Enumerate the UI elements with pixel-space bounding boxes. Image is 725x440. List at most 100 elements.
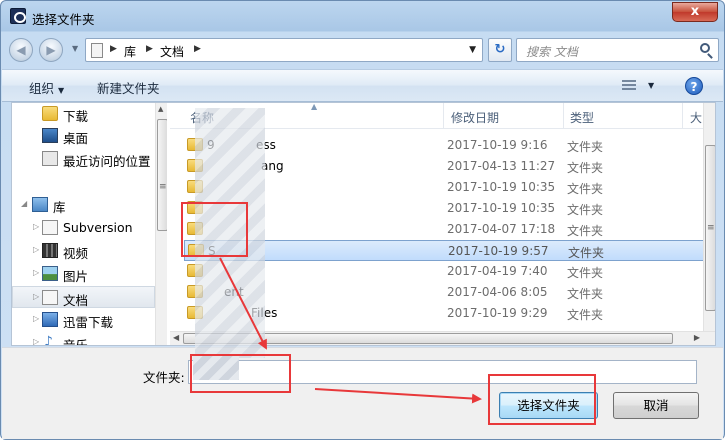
annotation-box-folder-input bbox=[190, 354, 291, 393]
nav-item-label: 下载 bbox=[63, 109, 89, 124]
row-type: 文件夹 bbox=[567, 266, 604, 280]
row-date: 2017-04-07 17:18 bbox=[447, 222, 556, 236]
app-icon bbox=[10, 8, 26, 24]
sort-ascending-icon: ▲ bbox=[311, 103, 318, 111]
nav-item-label: 图片 bbox=[63, 269, 89, 284]
nav-item-desktop[interactable]: 桌面 bbox=[12, 125, 155, 147]
tree-collapsed-icon[interactable]: ▷ bbox=[33, 337, 39, 345]
nav-item-label: 桌面 bbox=[63, 131, 89, 146]
close-button[interactable]: x bbox=[672, 2, 718, 22]
nav-item-downloads[interactable]: 下载 bbox=[12, 103, 155, 125]
picture-icon bbox=[42, 266, 58, 281]
download-icon bbox=[42, 312, 58, 327]
window-title: 选择文件夹 bbox=[32, 12, 95, 27]
nav-item-recent-places[interactable]: 最近访问的位置 bbox=[12, 148, 155, 170]
nav-item-label: 最近访问的位置 bbox=[63, 154, 151, 169]
column-type[interactable]: 类型 bbox=[570, 109, 594, 126]
search-input[interactable]: 搜索 文档 bbox=[516, 38, 719, 62]
row-date: 2017-04-19 7:40 bbox=[447, 264, 548, 278]
nav-item-videos[interactable]: ▷ 视频 bbox=[12, 240, 155, 262]
search-placeholder: 搜索 文档 bbox=[526, 45, 578, 59]
scroll-right-icon[interactable]: ▶ bbox=[694, 333, 700, 342]
tree-collapsed-icon[interactable]: ▷ bbox=[33, 268, 39, 277]
nav-item-label: 库 bbox=[53, 200, 66, 215]
chevron-down-icon: ▼ bbox=[58, 86, 65, 95]
music-icon: ♪ bbox=[44, 334, 53, 345]
library-icon bbox=[32, 197, 48, 212]
view-options-icon[interactable] bbox=[622, 80, 636, 92]
desktop-icon bbox=[42, 128, 58, 143]
tree-collapsed-icon[interactable]: ▷ bbox=[33, 314, 39, 323]
column-divider[interactable] bbox=[682, 103, 683, 129]
search-icon[interactable] bbox=[700, 43, 710, 53]
dialog-footer: 文件夹: 选择文件夹 取消 bbox=[2, 347, 723, 439]
tree-collapsed-icon[interactable]: ▷ bbox=[33, 222, 39, 231]
row-date: 2017-04-06 8:05 bbox=[447, 285, 548, 299]
breadcrumb-library[interactable]: 库 bbox=[124, 43, 136, 60]
scroll-up-icon[interactable]: ▲ bbox=[158, 105, 163, 113]
row-type: 文件夹 bbox=[567, 308, 604, 322]
address-dropdown-icon[interactable]: ▼ bbox=[469, 45, 476, 55]
row-type: 文件夹 bbox=[567, 140, 604, 154]
annotation-box-selected-folder bbox=[181, 202, 248, 257]
organize-label: 组织 bbox=[29, 81, 55, 96]
navigation-pane-scrollbar[interactable]: ▲ ≡ bbox=[155, 103, 167, 345]
row-date: 2017-10-19 9:57 bbox=[448, 244, 549, 258]
location-icon bbox=[91, 43, 103, 58]
navigation-bar: ◀ ▶ ▼ ▶ 库 ▶ 文档 ▶ ▼ ↻ 搜索 文档 bbox=[9, 37, 719, 63]
title-bar: 选择文件夹 x bbox=[1, 1, 724, 33]
column-size[interactable]: 大 bbox=[690, 109, 702, 126]
nav-item-pictures[interactable]: ▷ 图片 bbox=[12, 263, 155, 285]
help-icon[interactable]: ? bbox=[685, 77, 703, 95]
folder-label: 文件夹: bbox=[143, 370, 185, 385]
row-type: 文件夹 bbox=[567, 161, 604, 175]
row-type: 文件夹 bbox=[567, 287, 604, 301]
organize-button[interactable]: 组织 ▼ bbox=[29, 78, 64, 97]
row-type: 文件夹 bbox=[568, 246, 605, 260]
scrollbar-thumb[interactable] bbox=[157, 119, 167, 231]
annotation-box-select-button bbox=[488, 374, 596, 425]
nav-item-documents[interactable]: ▷ 文档 bbox=[12, 286, 155, 308]
tree-collapsed-icon[interactable]: ▷ bbox=[33, 245, 39, 254]
refresh-button[interactable]: ↻ bbox=[488, 38, 512, 62]
back-icon[interactable]: ◀ bbox=[9, 38, 33, 62]
column-divider[interactable] bbox=[563, 103, 564, 129]
scrollbar-grip-icon: ≡ bbox=[707, 223, 715, 233]
cancel-button[interactable]: 取消 bbox=[613, 392, 699, 419]
forward-icon[interactable]: ▶ bbox=[39, 38, 63, 62]
nav-item-libraries[interactable]: ◢ 库 bbox=[12, 194, 155, 216]
nav-item-subversion[interactable]: ▷ Subversion bbox=[12, 217, 155, 239]
tree-collapsed-icon[interactable]: ▷ bbox=[33, 292, 39, 301]
nav-item-label: 视频 bbox=[63, 246, 89, 261]
breadcrumb-separator-icon[interactable]: ▶ bbox=[146, 44, 153, 54]
nav-item-label: Subversion bbox=[63, 220, 133, 235]
command-toolbar: 组织 ▼ 新建文件夹 ▼ ? bbox=[2, 69, 723, 102]
browser-panes: 下载 桌面 最近访问的位置 ◢ 库 ▷ Subversion ▷ 视频 ▷ 图片… bbox=[11, 102, 716, 346]
view-options-dropdown-icon[interactable]: ▼ bbox=[648, 81, 654, 90]
row-type: 文件夹 bbox=[567, 182, 604, 196]
history-dropdown-icon[interactable]: ▼ bbox=[72, 44, 78, 53]
select-folder-dialog: 选择文件夹 x ◀ ▶ ▼ ▶ 库 ▶ 文档 ▶ ▼ ↻ 搜索 文档 组织 ▼ 新… bbox=[0, 0, 725, 440]
column-divider[interactable] bbox=[443, 103, 444, 129]
scroll-left-icon[interactable]: ◀ bbox=[173, 333, 179, 342]
nav-item-music[interactable]: ▷ ♪ 音乐 bbox=[12, 332, 155, 345]
file-list-vertical-scrollbar[interactable]: ≡ bbox=[703, 103, 715, 331]
row-type: 文件夹 bbox=[567, 224, 604, 238]
scrollbar-grip-icon: ≡ bbox=[159, 182, 167, 192]
column-date[interactable]: 修改日期 bbox=[451, 109, 499, 126]
nav-item-label: 文档 bbox=[63, 293, 89, 308]
new-folder-button[interactable]: 新建文件夹 bbox=[97, 78, 160, 97]
breadcrumb-separator-icon[interactable]: ▶ bbox=[110, 44, 117, 54]
nav-item-label: 音乐 bbox=[63, 335, 88, 345]
download-folder-icon bbox=[42, 106, 58, 121]
nav-item-xunlei-downloads[interactable]: ▷ 迅雷下载 bbox=[12, 309, 155, 331]
row-date: 2017-10-19 9:29 bbox=[447, 306, 548, 320]
row-type: 文件夹 bbox=[567, 203, 604, 217]
breadcrumb-documents[interactable]: 文档 bbox=[160, 43, 184, 60]
navigation-pane: 下载 桌面 最近访问的位置 ◢ 库 ▷ Subversion ▷ 视频 ▷ 图片… bbox=[12, 103, 167, 345]
tree-expanded-icon[interactable]: ◢ bbox=[21, 199, 27, 208]
breadcrumb-separator-icon[interactable]: ▶ bbox=[194, 44, 201, 54]
row-date: 2017-10-19 10:35 bbox=[447, 201, 556, 215]
address-bar[interactable]: ▶ 库 ▶ 文档 ▶ ▼ bbox=[85, 38, 483, 62]
document-icon bbox=[42, 220, 58, 235]
